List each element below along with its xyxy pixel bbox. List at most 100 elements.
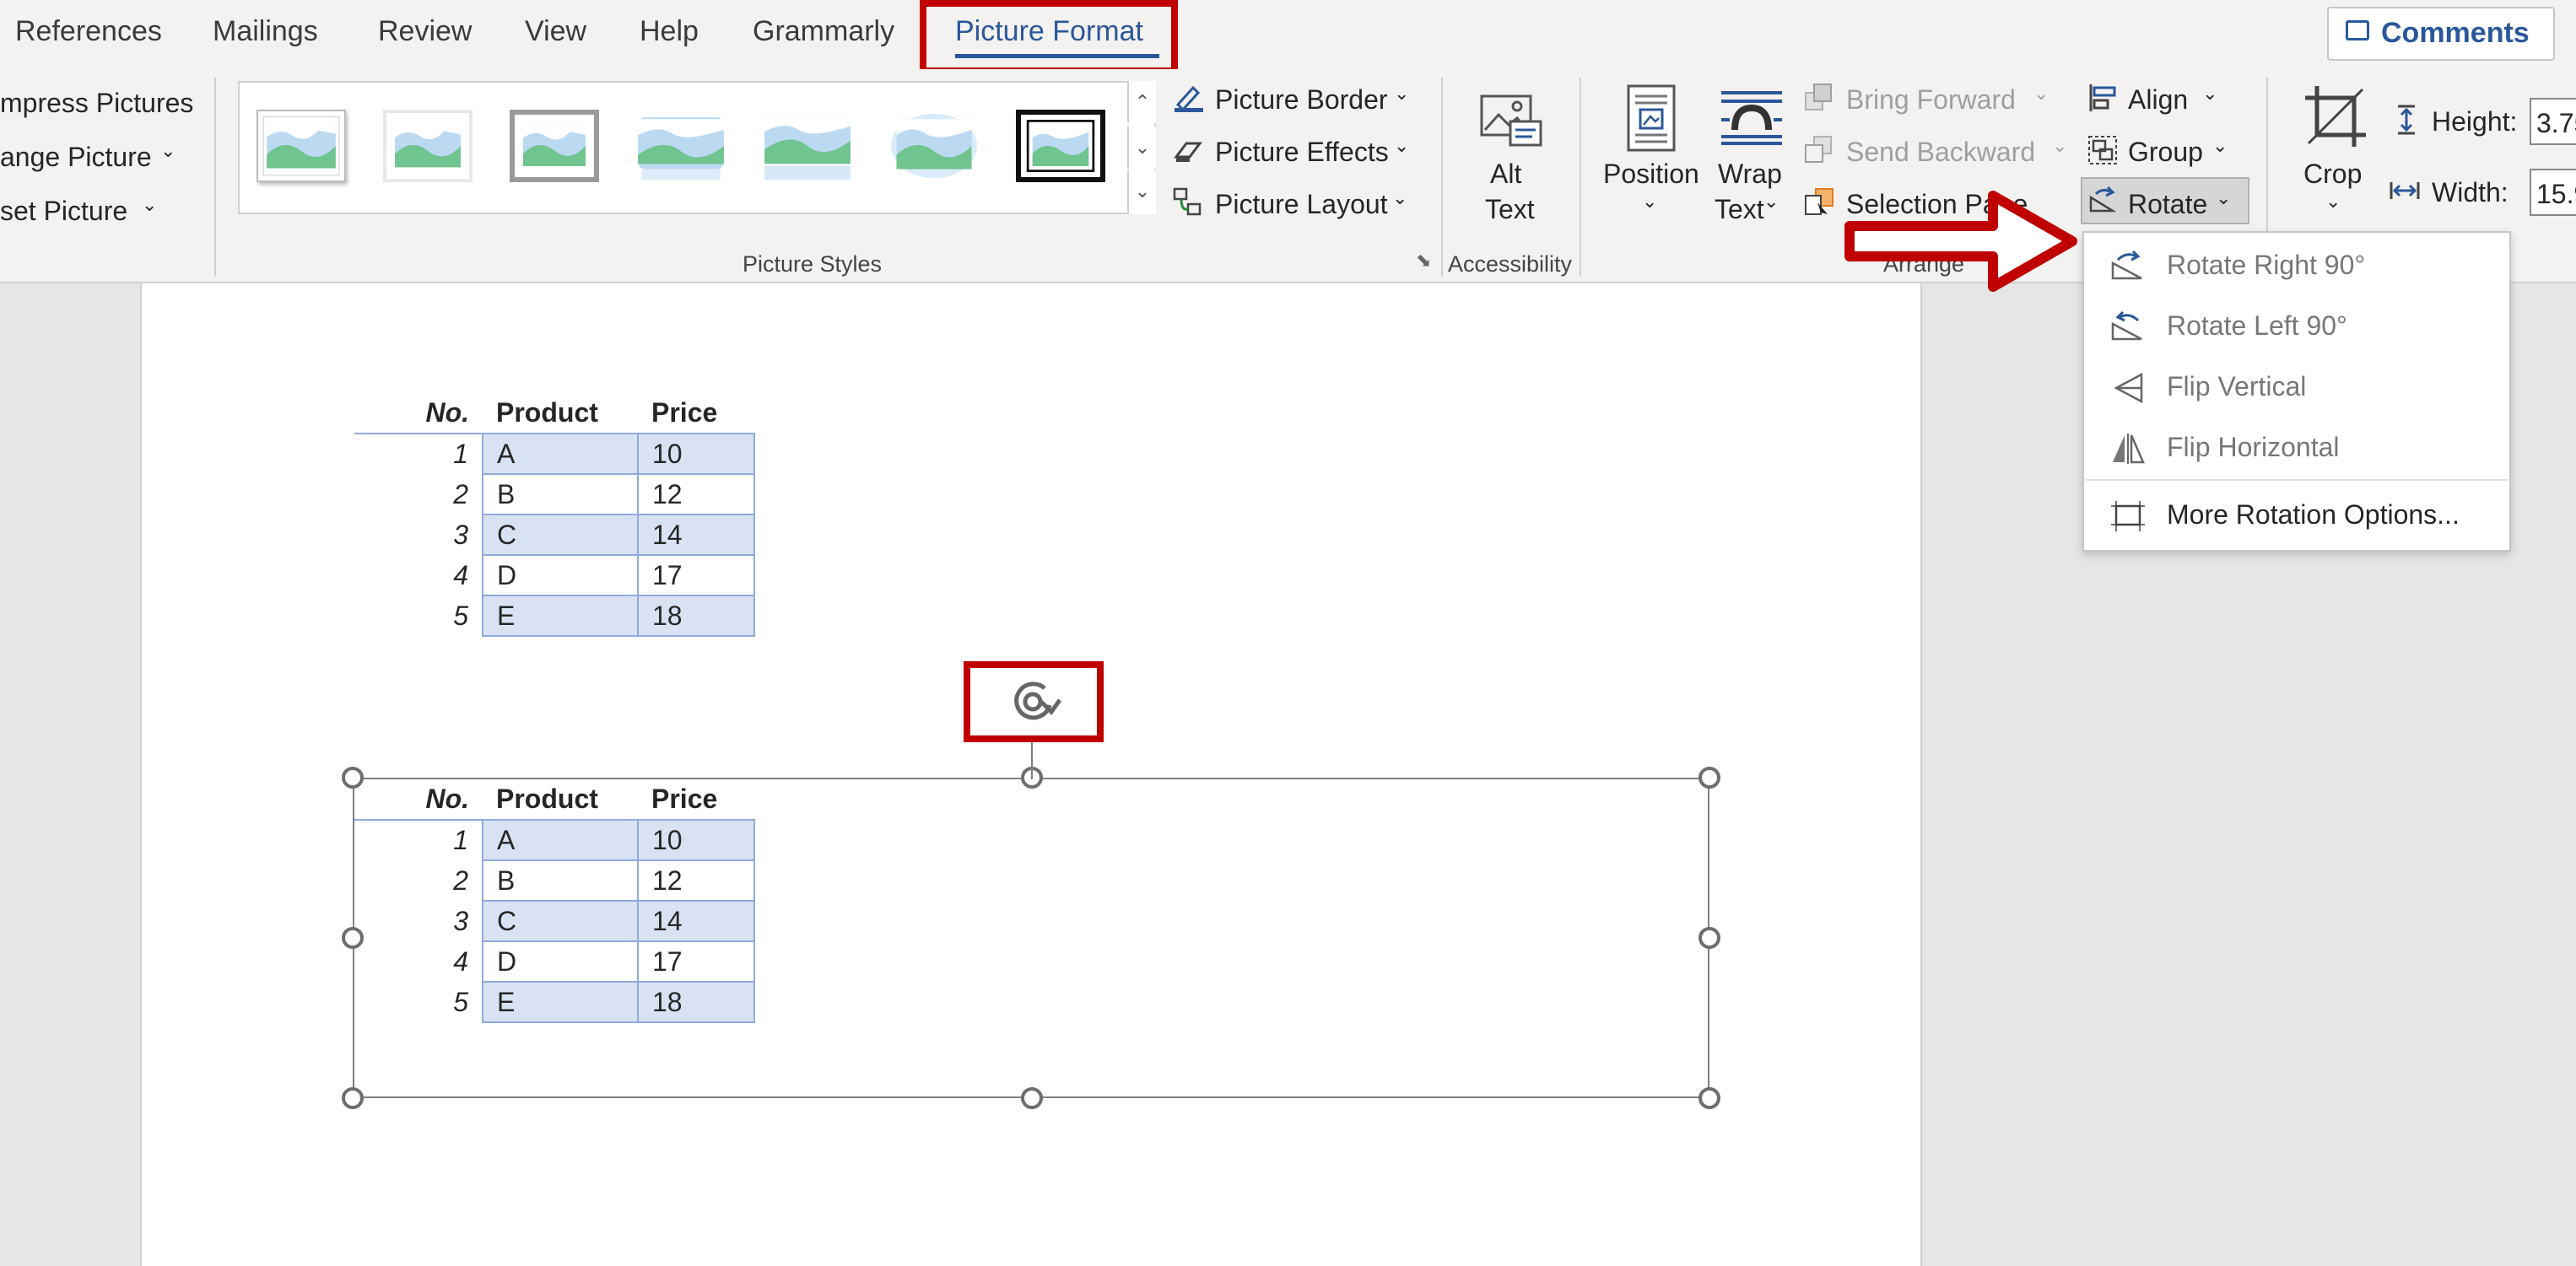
crop-icon bbox=[2305, 86, 2366, 147]
compress-pictures-button[interactable]: mpress Pictures bbox=[0, 88, 193, 119]
cell-no: 2 bbox=[453, 478, 468, 509]
alt-text-label-line1[interactable]: Alt bbox=[1490, 159, 1521, 190]
chevron-down-icon: ⌄ bbox=[1763, 191, 1779, 212]
selection-pane-icon bbox=[1805, 188, 1833, 215]
resize-handle-top-left[interactable] bbox=[342, 767, 364, 789]
menu-item-flip-vertical[interactable]: Flip Vertical bbox=[2084, 358, 2509, 417]
group-divider bbox=[1580, 78, 1581, 277]
group-icon bbox=[2088, 136, 2117, 164]
data-table: No. Product Price 1 A 10 2 B 12 3 C 14 4… bbox=[354, 393, 755, 637]
table-row: 2 B 12 bbox=[354, 859, 755, 902]
cell-product: B bbox=[482, 473, 639, 515]
crop-button[interactable]: Crop bbox=[2303, 159, 2362, 190]
tab-mailings[interactable]: Mailings bbox=[213, 15, 318, 48]
tab-view[interactable]: View bbox=[525, 15, 586, 48]
table-row: 4 D 17 bbox=[354, 554, 755, 596]
width-icon bbox=[2390, 182, 2420, 199]
group-divider bbox=[214, 78, 216, 277]
table-row: 3 C 14 bbox=[354, 514, 755, 556]
height-input[interactable]: 3.75 bbox=[2530, 98, 2576, 145]
menu-item-more-rotation-options[interactable]: More Rotation Options... bbox=[2084, 486, 2509, 545]
picture-style-thumb[interactable] bbox=[1016, 110, 1105, 182]
tab-references[interactable]: References bbox=[15, 15, 162, 48]
resize-handle-bottom-right[interactable] bbox=[1698, 1087, 1720, 1109]
picture-style-thumb[interactable] bbox=[889, 110, 979, 182]
alt-text-label-line2[interactable]: Text bbox=[1485, 194, 1535, 225]
resize-handle-right[interactable] bbox=[1698, 927, 1720, 949]
chevron-down-icon: ⌄ bbox=[2325, 191, 2341, 212]
align-icon bbox=[2089, 84, 2116, 111]
picture-style-thumb[interactable] bbox=[383, 110, 473, 182]
dialog-launcher-icon[interactable]: ⬊ bbox=[1416, 250, 1431, 272]
height-label: Height: bbox=[2432, 106, 2518, 137]
width-input[interactable]: 15.9 bbox=[2530, 169, 2576, 216]
menu-item-rotate-left-90[interactable]: Rotate Left 90° bbox=[2084, 297, 2509, 356]
accessibility-group-label: Accessibility bbox=[1448, 251, 1573, 277]
picture-layout-icon bbox=[1173, 187, 1202, 216]
cell-product: E bbox=[482, 981, 639, 1023]
picture-border-button[interactable]: Picture Border bbox=[1215, 84, 1388, 116]
resize-handle-bottom[interactable] bbox=[1021, 1087, 1043, 1109]
red-arrow-annotation bbox=[1844, 191, 2077, 292]
rotation-handle-icon[interactable] bbox=[1007, 676, 1061, 727]
cell-price: 17 bbox=[637, 554, 755, 596]
position-button[interactable]: Position bbox=[1603, 159, 1699, 190]
chevron-down-icon: ⌄ bbox=[1392, 187, 1408, 208]
cell-no: 3 bbox=[453, 519, 468, 550]
cell-no: 4 bbox=[453, 945, 468, 977]
gallery-more-button[interactable]: ⌄ bbox=[1127, 170, 1156, 214]
group-button[interactable]: Group bbox=[2128, 137, 2203, 168]
rotate-right-icon bbox=[2111, 250, 2142, 280]
picture-layout-button[interactable]: Picture Layout bbox=[1215, 189, 1388, 220]
picture-effects-button[interactable]: Picture Effects bbox=[1215, 137, 1389, 168]
cell-no: 4 bbox=[453, 559, 468, 590]
cell-no: 3 bbox=[453, 905, 468, 936]
cell-price: 10 bbox=[637, 433, 755, 475]
cell-product: C bbox=[482, 900, 639, 942]
picture-style-thumb[interactable] bbox=[763, 110, 852, 182]
position-icon bbox=[1627, 84, 1676, 152]
alt-text-icon bbox=[1480, 94, 1542, 147]
gallery-scroll-down-button[interactable]: ⌄ bbox=[1127, 127, 1156, 169]
picture-style-thumb[interactable] bbox=[510, 110, 599, 182]
cell-product: D bbox=[482, 554, 639, 596]
resize-handle-left[interactable] bbox=[342, 927, 364, 949]
table-row: 2 B 12 bbox=[354, 473, 755, 515]
cell-price: 12 bbox=[637, 473, 755, 515]
chevron-down-icon: ⌄ bbox=[1642, 191, 1658, 212]
resize-handle-top-right[interactable] bbox=[1698, 767, 1720, 789]
cell-price: 12 bbox=[637, 859, 755, 902]
width-label: Width: bbox=[2432, 177, 2508, 207]
chevron-down-icon: ⌄ bbox=[1394, 135, 1410, 156]
wrap-text-label-line1[interactable]: Wrap bbox=[1718, 159, 1782, 190]
tab-grammarly[interactable]: Grammarly bbox=[753, 15, 894, 48]
header-no: No. bbox=[354, 393, 483, 434]
picture-style-thumb[interactable] bbox=[636, 110, 726, 182]
menu-item-flip-horizontal[interactable]: Flip Horizontal bbox=[2084, 418, 2509, 477]
width-value: 15.9 bbox=[2536, 179, 2576, 209]
tab-review[interactable]: Review bbox=[378, 15, 472, 48]
height-value: 3.75 bbox=[2536, 108, 2576, 138]
wrap-text-label-line2[interactable]: Text bbox=[1715, 194, 1764, 225]
chevron-down-icon: ⌄ bbox=[1394, 83, 1410, 104]
gallery-scroll-up-button[interactable]: ⌃ bbox=[1127, 81, 1156, 123]
resize-handle-bottom-left[interactable] bbox=[342, 1087, 364, 1109]
change-picture-button[interactable]: ange Picture bbox=[0, 142, 152, 173]
picture-style-thumb[interactable] bbox=[257, 110, 346, 182]
bring-forward-button[interactable]: Bring Forward bbox=[1846, 84, 2016, 116]
table-row: 5 E 18 bbox=[354, 595, 755, 637]
table-row: 1 A 10 bbox=[354, 433, 755, 475]
tab-help[interactable]: Help bbox=[640, 15, 699, 48]
send-backward-button[interactable]: Send Backward bbox=[1846, 137, 2035, 168]
comments-label: Comments bbox=[2381, 17, 2530, 49]
menu-item-rotate-right-90[interactable]: Rotate Right 90° bbox=[2084, 236, 2509, 295]
cell-price: 14 bbox=[637, 900, 755, 942]
cell-product: B bbox=[482, 859, 639, 902]
cell-price: 14 bbox=[637, 514, 755, 556]
header-product: Product bbox=[483, 393, 638, 434]
chevron-down-icon: ⌄ bbox=[2202, 83, 2218, 104]
comments-button[interactable]: Comments bbox=[2327, 7, 2555, 61]
cell-price: 18 bbox=[637, 595, 755, 637]
reset-picture-button[interactable]: set Picture bbox=[0, 196, 127, 227]
align-button[interactable]: Align bbox=[2128, 84, 2188, 116]
